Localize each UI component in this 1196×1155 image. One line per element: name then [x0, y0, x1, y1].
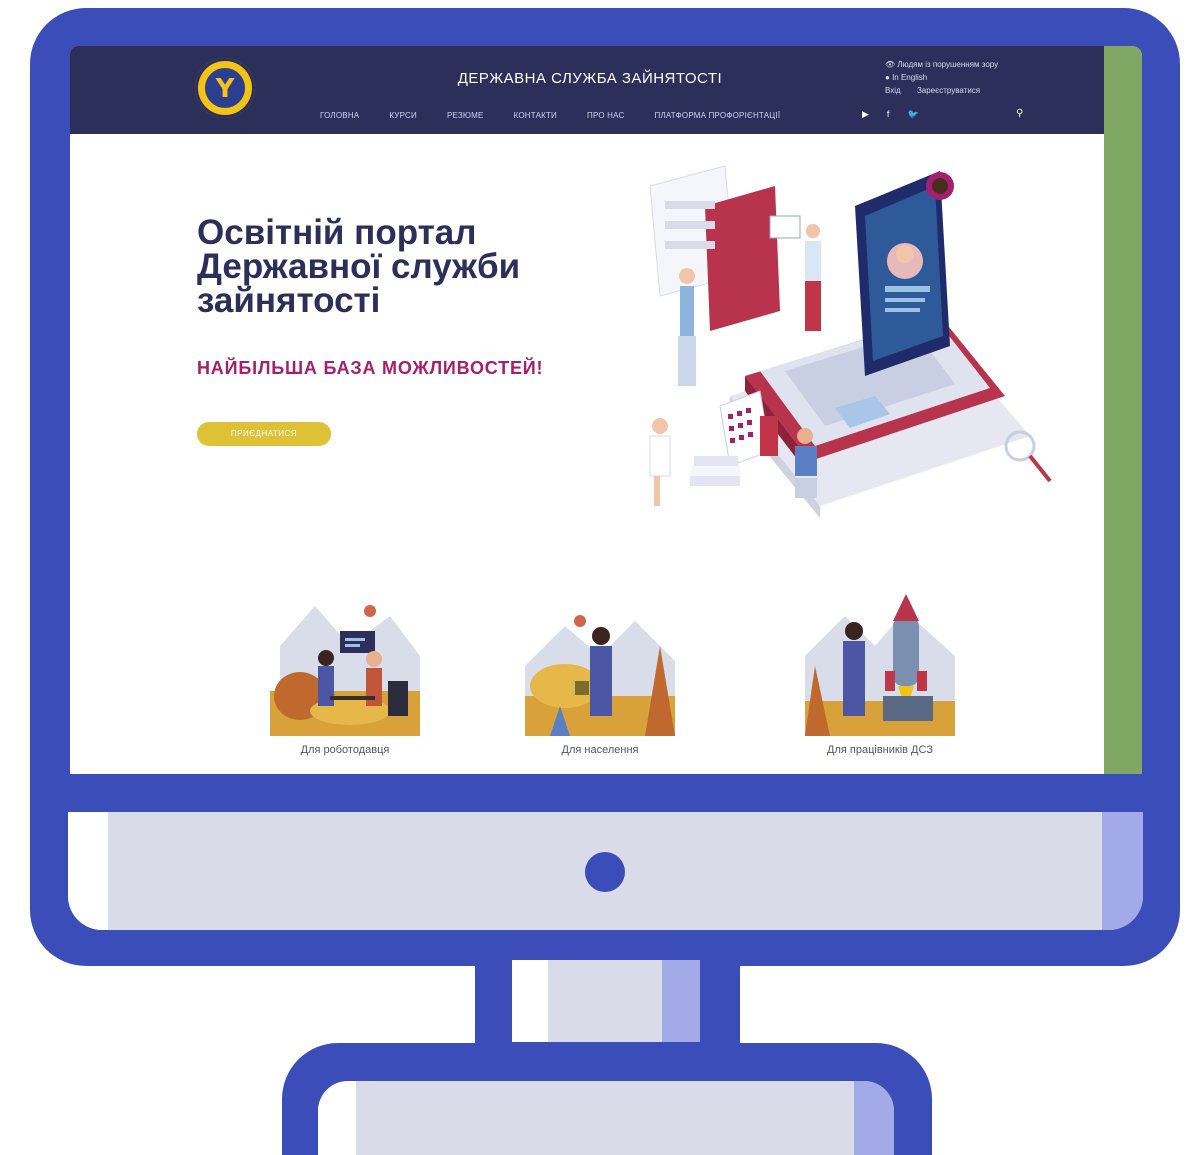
population-illustration: [525, 586, 675, 736]
employer-illustration: [270, 586, 420, 736]
register-link[interactable]: Зареєструватися: [917, 86, 980, 95]
english-link[interactable]: ● In English: [885, 71, 998, 84]
hero-title-line: зайнятості: [197, 281, 381, 320]
monitor-base-shadow: [854, 1081, 894, 1155]
main-nav: ГОЛОВНА КУРСИ РЕЗЮМЕ КОНТАКТИ ПРО НАС ПЛ…: [320, 111, 810, 125]
screen-side-strip: [1104, 46, 1142, 774]
nav-item-about[interactable]: ПРО НАС: [587, 111, 624, 125]
category-employer[interactable]: Для роботодавця: [270, 586, 420, 774]
logo-symbol-icon: Y: [215, 74, 235, 104]
twitter-icon[interactable]: 🐦: [907, 109, 918, 120]
screen: Y ДЕРЖАВНА СЛУЖБА ЗАЙНЯТОСТІ 👁 Людям із …: [70, 46, 1142, 774]
category-dsz-workers[interactable]: Для працівників ДСЗ: [805, 586, 955, 774]
join-button[interactable]: ПРИЄДНАТИСЯ: [197, 422, 331, 446]
logo[interactable]: Y: [195, 58, 255, 118]
nav-item-career-platform[interactable]: ПЛАТФОРМА ПРОФОРІЄНТАЦІЇ: [655, 111, 781, 125]
workers-illustration: [805, 586, 955, 736]
hero-title-line: Державної служби: [197, 247, 521, 286]
top-links: 👁 Людям із порушенням зору ● In English …: [885, 58, 998, 97]
hero-title: Освітній портал Державної служби зайнято…: [197, 213, 617, 320]
globe-icon: ●: [885, 73, 893, 82]
monitor-base-highlight: [318, 1081, 356, 1155]
power-button-icon: [585, 852, 625, 892]
accessibility-link[interactable]: 👁 Людям із порушенням зору: [885, 58, 998, 71]
social-links: ▶ f 🐦: [862, 109, 919, 120]
category-population[interactable]: Для населення: [525, 586, 675, 774]
eye-icon: 👁: [885, 60, 898, 69]
site-title: ДЕРЖАВНА СЛУЖБА ЗАЙНЯТОСТІ: [457, 70, 723, 87]
hero-title-line: Освітній портал: [197, 213, 477, 252]
monitor-base-inner: [318, 1081, 894, 1155]
english-link-label: In English: [892, 73, 928, 82]
hero-illustration: [649, 165, 1052, 518]
monitor-chin-highlight: [68, 812, 108, 930]
facebook-icon[interactable]: f: [887, 109, 890, 120]
login-link[interactable]: Вхід: [885, 86, 901, 95]
hero-tagline: НАЙБІЛЬША БАЗА МОЖЛИВОСТЕЙ!: [197, 358, 544, 378]
nav-item-home[interactable]: ГОЛОВНА: [320, 111, 359, 125]
monitor-chin-shadow: [1102, 812, 1143, 930]
nav-item-courses[interactable]: КУРСИ: [389, 111, 417, 125]
monitor-neck-shadow: [662, 960, 700, 1042]
monitor-neck-highlight: [512, 960, 548, 1042]
youtube-icon[interactable]: ▶: [862, 109, 869, 120]
logo-emblem-icon: Y: [203, 66, 247, 110]
category-label[interactable]: Для роботодавця: [230, 744, 460, 756]
auth-links: Вхід Зареєструватися: [885, 84, 998, 97]
accessibility-link-label: Людям із порушенням зору: [897, 60, 999, 69]
nav-item-resume[interactable]: РЕЗЮМЕ: [447, 111, 484, 125]
site-header: Y ДЕРЖАВНА СЛУЖБА ЗАЙНЯТОСТІ 👁 Людям із …: [70, 46, 1104, 134]
nav-item-contacts[interactable]: КОНТАКТИ: [514, 111, 557, 125]
search-icon[interactable]: ⚲: [1016, 108, 1023, 119]
category-label[interactable]: Для населення: [485, 744, 715, 756]
category-label[interactable]: Для працівників ДСЗ: [765, 744, 995, 756]
